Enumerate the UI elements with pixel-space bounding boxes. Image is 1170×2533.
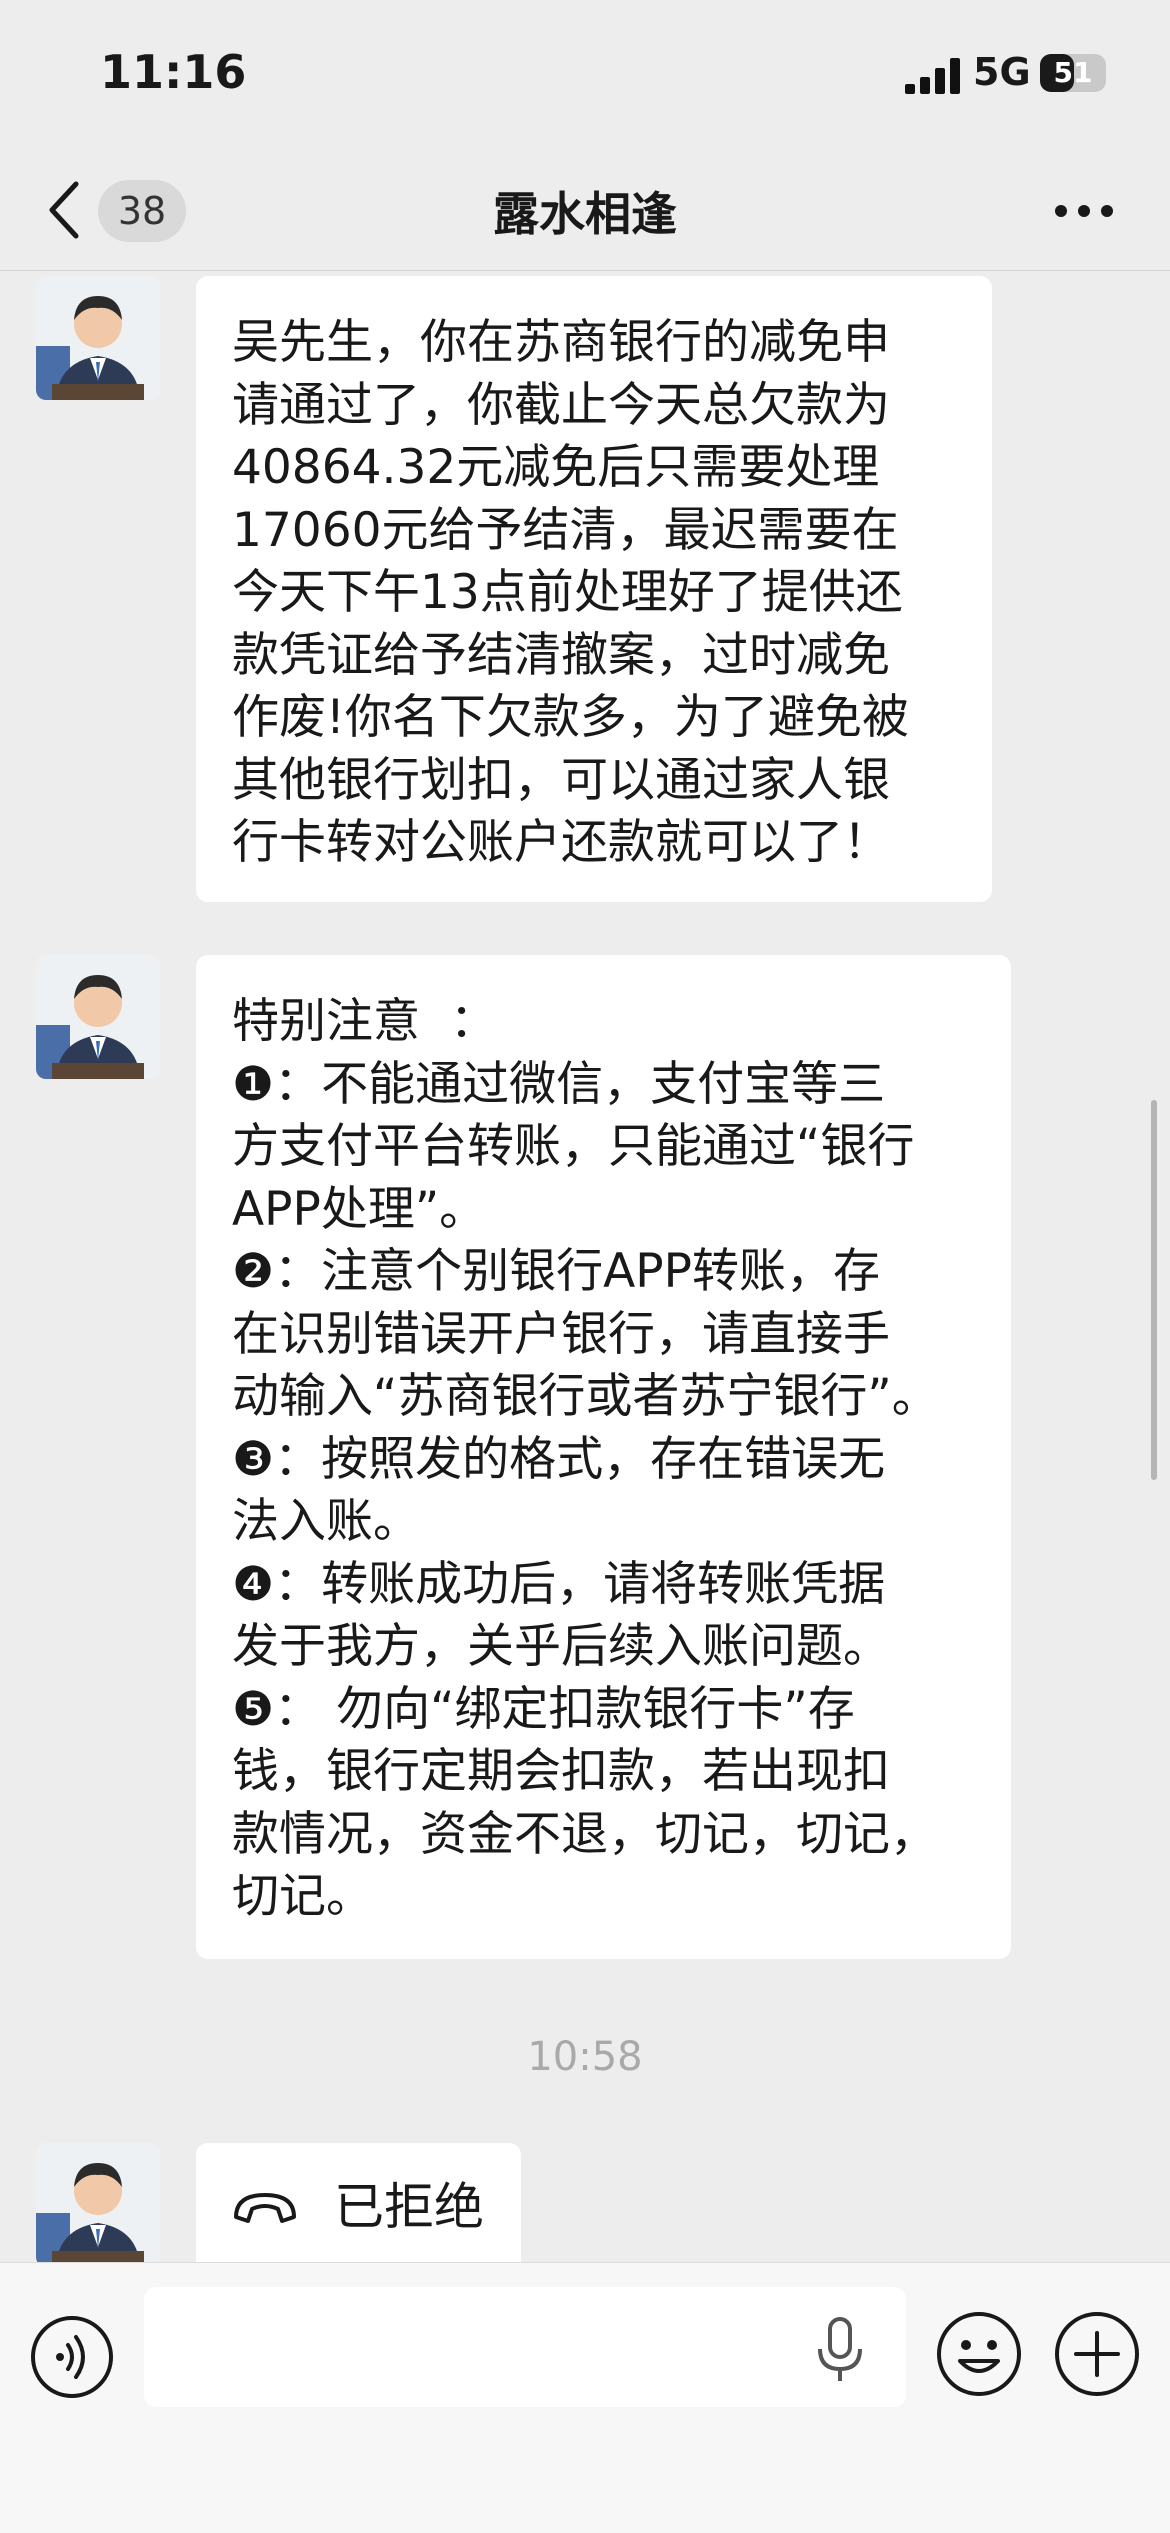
contact-avatar[interactable] <box>36 2143 160 2267</box>
message-text: 吴先生，你在苏商银行的减免申 请通过了，你截止今天总欠款为 40864.32元减… <box>232 315 909 870</box>
contact-avatar[interactable] <box>36 955 160 1079</box>
status-time: 11:16 <box>100 45 247 99</box>
nav-bar: 38 露水相逢 <box>0 150 1170 271</box>
message-bubble[interactable]: 特别注意 ： ❶：不能通过微信，支付宝等三 方支付平台转账，只能通过“银行 AP… <box>196 955 1011 1959</box>
message-timestamp: 10:58 <box>527 2034 643 2080</box>
battery-level: 51 <box>1053 56 1093 89</box>
voice-icon[interactable] <box>30 2315 114 2399</box>
chat-title: 露水相逢 <box>493 187 677 241</box>
call-message-bubble[interactable]: 已拒绝 <box>196 2143 521 2273</box>
call-status-text: 已拒绝 <box>334 2178 484 2236</box>
message-bubble[interactable]: 吴先生，你在苏商银行的减免申 请通过了，你截止今天总欠款为 40864.32元减… <box>196 276 992 902</box>
plus-icon[interactable] <box>1054 2311 1140 2397</box>
message-text: 特别注意 ： ❶：不能通过微信，支付宝等三 方支付平台转账，只能通过“银行 AP… <box>232 994 939 1924</box>
scrollbar[interactable] <box>1151 1100 1157 1480</box>
contact-avatar[interactable] <box>36 276 160 400</box>
status-bar: 11:16 5G 51 <box>0 0 1170 150</box>
battery-icon: 51 <box>1040 54 1106 92</box>
call-declined-icon <box>234 2193 296 2223</box>
input-bar <box>0 2262 1170 2533</box>
signal-icon <box>905 58 960 94</box>
emoji-icon[interactable] <box>936 2311 1022 2397</box>
message-input[interactable] <box>144 2287 906 2407</box>
mic-icon[interactable] <box>810 2315 870 2385</box>
network-label: 5G <box>973 50 1031 94</box>
more-icon[interactable] <box>1054 204 1114 218</box>
